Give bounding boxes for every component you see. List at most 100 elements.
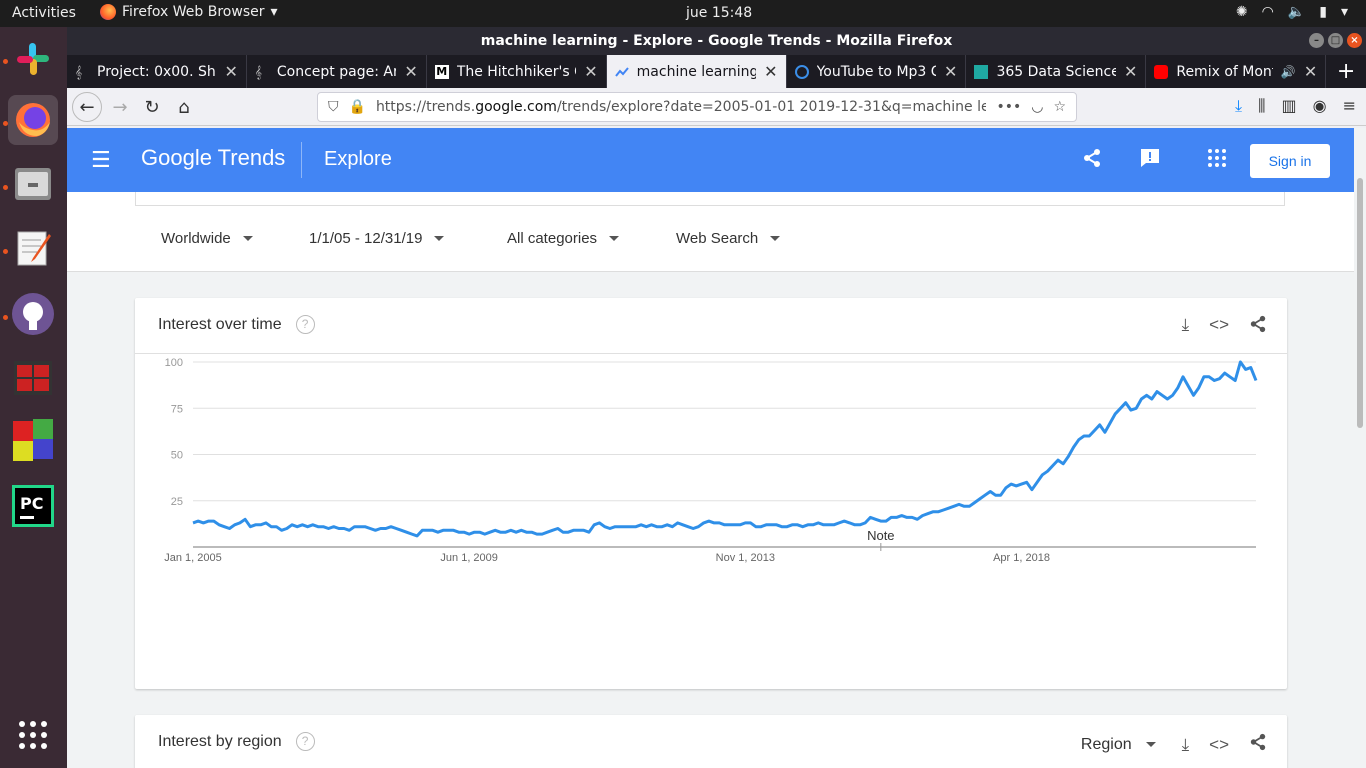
interest-over-time-chart[interactable]: 25 50 75 100 Jan 1, 2005 Jun 1, 2009 Nov 1, 20… [135,354,1287,654]
close-tab-icon[interactable]: ✕ [764,62,777,81]
date-range-filter[interactable]: 1/1/05 - 12/31/19 [309,230,445,247]
window-title: machine learning - Explore - Google Tren… [480,33,953,49]
tab-hitchhiker[interactable]: M The Hitchhiker's G ✕ [427,55,607,88]
app-menu[interactable]: Firefox Web Browser ▾ [100,4,278,20]
close-tab-icon[interactable]: ✕ [584,62,597,81]
forward-button[interactable]: → [105,93,135,121]
tab-remix[interactable]: Remix of Monte 🔊 ✕ [1146,55,1327,88]
close-tab-icon[interactable]: ✕ [1304,62,1317,81]
region-filter-label: Worldwide [161,230,231,247]
github-icon[interactable] [8,289,58,339]
tab-label: machine learning - [636,63,757,80]
account-icon[interactable]: ◉ [1313,96,1327,116]
region-resolution-select[interactable]: Region [1081,736,1156,754]
help-icon[interactable]: ? [295,315,315,334]
page-section-title: Explore [324,148,392,170]
category-filter[interactable]: All categories [507,230,620,247]
minimize-button[interactable]: – [1309,33,1324,48]
hamburger-menu-icon[interactable]: ≡ [1343,96,1356,116]
sign-in-button[interactable]: Sign in [1250,144,1330,178]
url-domain: google.com [475,99,557,115]
new-tab-button[interactable]: + [1326,55,1366,88]
tab-audio-playing-icon[interactable]: 🔊 [1281,65,1296,79]
tab-youtube-mp3[interactable]: YouTube to Mp3 C ✕ [787,55,967,88]
activities-button[interactable]: Activities [12,5,76,21]
help-icon[interactable]: ? [295,732,315,751]
slack-icon[interactable] [8,34,58,84]
close-tab-icon[interactable]: ✕ [1124,62,1137,81]
header-divider [301,142,302,178]
tab-label: 365 Data Science | [996,63,1116,80]
firefox-dock-icon[interactable] [8,95,58,145]
app-menu-label: Firefox Web Browser [122,4,265,20]
url-text[interactable]: https://trends.google.com/trends/explore… [376,99,987,115]
download-csv-icon[interactable]: ⤓ [1182,735,1190,755]
page-scrollbar[interactable] [1354,128,1366,768]
google-trends-logo[interactable]: Google Trends [141,145,285,171]
system-top-bar: Activities Firefox Web Browser ▾ jue 15:… [0,0,1366,27]
show-applications-icon[interactable] [8,710,58,760]
tracking-protection-icon[interactable]: ⛉ [328,99,339,115]
tab-concept-page[interactable]: 𝄞 Concept page: Art ✕ [247,55,427,88]
share-chart-icon[interactable] [1249,315,1267,338]
tab-label: The Hitchhiker's G [456,63,577,80]
files-icon[interactable] [8,159,58,209]
back-button[interactable]: ← [72,92,102,122]
caret-down-icon [1145,742,1156,747]
tab-label: Concept page: Art [276,63,397,80]
embed-code-icon[interactable]: <> [1209,735,1229,755]
y-tick-label: 25 [171,496,183,508]
tab-project[interactable]: 𝄞 Project: 0x00. Sha ✕ [67,55,247,88]
scrollbar-thumb[interactable] [1357,178,1363,428]
caret-down-icon [609,236,620,241]
x-tick-label: Apr 1, 2018 [993,552,1050,564]
x-tick-label: Jan 1, 2005 [164,552,222,564]
home-button[interactable]: ⌂ [169,93,199,121]
dock: PC [0,27,67,768]
category-filter-label: All categories [507,230,598,247]
clock[interactable]: jue 15:48 [686,5,752,21]
maximize-button[interactable]: □ [1328,33,1343,48]
url-bar[interactable]: ⛉ 🔒 https://trends.google.com/trends/exp… [317,92,1077,122]
tab-machine-learning[interactable]: machine learning - ✕ [606,55,787,88]
feedback-icon[interactable] [1140,148,1160,173]
library-icon[interactable]: ⫼ [1258,96,1265,116]
close-tab-icon[interactable]: ✕ [404,62,417,81]
apps-grid-icon[interactable] [1208,148,1226,172]
date-range-label: 1/1/05 - 12/31/19 [309,230,423,247]
accessibility-icon[interactable]: ✺ [1236,4,1248,20]
main-menu-icon[interactable]: ☰ [91,148,111,173]
pocket-icon[interactable]: ◡ [1031,99,1043,115]
close-tab-icon[interactable]: ✕ [944,62,957,81]
region-filter[interactable]: Worldwide [161,230,253,247]
system-tray[interactable]: ✺ ◠ 🔈 ▮ ▾ [1236,4,1348,20]
trends-favicon-icon [614,66,629,77]
lock-icon[interactable]: 🔒 [349,99,366,115]
share-icon[interactable] [1082,148,1102,173]
y-tick-label: 75 [171,403,183,415]
app-cubes-icon[interactable] [8,416,58,466]
pycharm-icon[interactable]: PC [8,481,58,531]
wifi-icon[interactable]: ◠ [1262,4,1274,20]
card-title: Interest by region [158,732,282,750]
power-menu-icon[interactable]: ▾ [1341,4,1348,20]
reload-button[interactable]: ↻ [137,93,167,121]
filter-bar: Worldwide 1/1/05 - 12/31/19 All categori… [67,192,1354,272]
embed-code-icon[interactable]: <> [1209,315,1229,338]
download-csv-icon[interactable]: ⤓ [1182,315,1190,338]
trends-header: ☰ Google Trends Explore Sign in [67,128,1354,192]
downloads-icon[interactable]: ⤓ [1235,96,1242,116]
share-chart-icon[interactable] [1249,733,1267,756]
terminal-icon[interactable] [8,353,58,403]
search-type-filter[interactable]: Web Search [676,230,781,247]
volume-icon[interactable]: 🔈 [1288,4,1305,20]
tab-365-data-science[interactable]: 365 Data Science | ✕ [966,55,1147,88]
close-window-button[interactable]: × [1347,33,1362,48]
bookmark-star-icon[interactable]: ☆ [1053,99,1066,115]
sidebar-icon[interactable]: ▥ [1282,96,1297,116]
battery-icon[interactable]: ▮ [1319,4,1327,20]
close-tab-icon[interactable]: ✕ [224,62,237,81]
data-science-favicon-icon [974,64,989,79]
page-actions-icon[interactable]: ••• [996,99,1021,115]
text-editor-icon[interactable] [8,223,58,273]
